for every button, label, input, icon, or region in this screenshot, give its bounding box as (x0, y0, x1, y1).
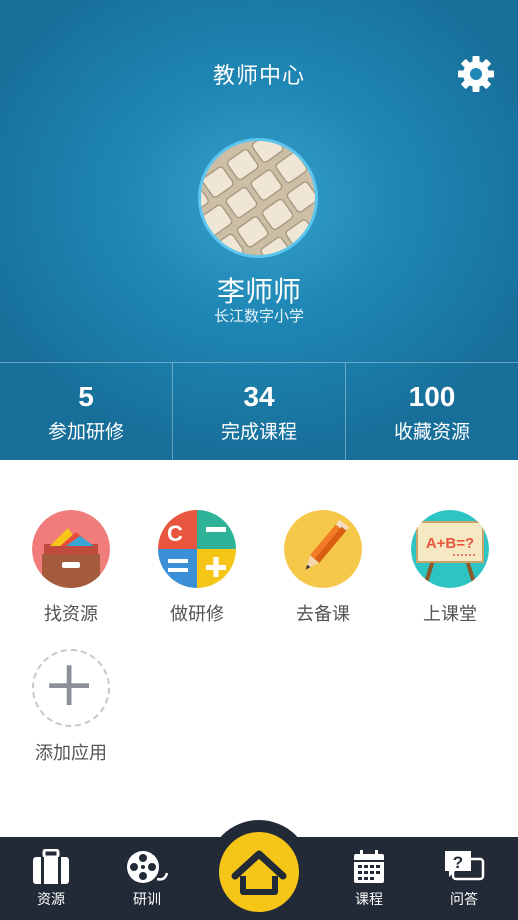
tab-training[interactable]: 研训 (107, 837, 187, 920)
blackboard-icon: A+B=? (411, 510, 489, 588)
calculator-icon: C (158, 510, 236, 588)
user-name: 李师师 (216, 275, 301, 308)
settings-button[interactable] (456, 54, 496, 94)
gear-icon (458, 56, 494, 92)
app-label: 找资源 (44, 604, 98, 625)
app-do-training[interactable]: C 做研修 (142, 510, 252, 626)
question-chat-icon: ? (445, 851, 485, 881)
svg-text:A+B=?: A+B=? (426, 535, 474, 552)
suitcase-icon (33, 849, 69, 884)
tab-label: 问答 (450, 892, 478, 908)
app-prepare-lessons[interactable]: 去备课 (268, 510, 378, 626)
plus-icon (49, 665, 90, 706)
tab-label: 资源 (37, 892, 65, 908)
stat-favorites[interactable]: 100 收藏资源 (345, 363, 518, 460)
tab-resources[interactable]: 资源 (11, 837, 91, 920)
film-reel-icon (127, 851, 169, 883)
stat-label: 完成课程 (220, 421, 297, 443)
app-label: 去备课 (296, 604, 350, 625)
calendar-icon (354, 850, 384, 883)
page-title: 教师中心 (212, 64, 305, 89)
stat-training[interactable]: 5 参加研修 (0, 363, 172, 460)
tab-qa[interactable]: ? 问答 (424, 837, 504, 920)
app-find-resources[interactable]: 找资源 (16, 510, 126, 626)
tab-courses[interactable]: 课程 (329, 837, 409, 920)
home-icon (231, 850, 287, 895)
app-label: 添加应用 (35, 743, 107, 764)
stat-label: 参加研修 (47, 421, 124, 443)
app-label: 上课堂 (423, 604, 477, 625)
avatar[interactable] (198, 138, 318, 258)
svg-text:?: ? (453, 853, 463, 872)
pencil-icon (284, 510, 362, 588)
stat-value: 100 (408, 381, 456, 412)
user-school: 长江数字小学 (213, 307, 304, 325)
stats-bar: 5 参加研修 34 完成课程 100 收藏资源 (0, 362, 518, 460)
resource-box-icon (32, 510, 110, 588)
stat-label: 收藏资源 (393, 421, 470, 443)
app-add[interactable]: 添加应用 (16, 649, 126, 765)
stat-value: 5 (78, 381, 94, 412)
app-label: 做研修 (170, 604, 224, 625)
app-classroom[interactable]: A+B=? 上课堂 (395, 510, 505, 626)
tab-label: 研训 (133, 892, 161, 908)
tab-label: 课程 (355, 892, 383, 908)
home-button[interactable] (207, 820, 311, 920)
svg-text:C: C (167, 521, 183, 546)
profile-header: 教师中心 李师师 长江数字小学 5 参加研修 34 完成课程 100 收藏资源 (0, 0, 518, 460)
keyboard-photo-icon (201, 141, 315, 255)
stat-value: 34 (243, 381, 275, 412)
stat-courses[interactable]: 34 完成课程 (172, 363, 345, 460)
